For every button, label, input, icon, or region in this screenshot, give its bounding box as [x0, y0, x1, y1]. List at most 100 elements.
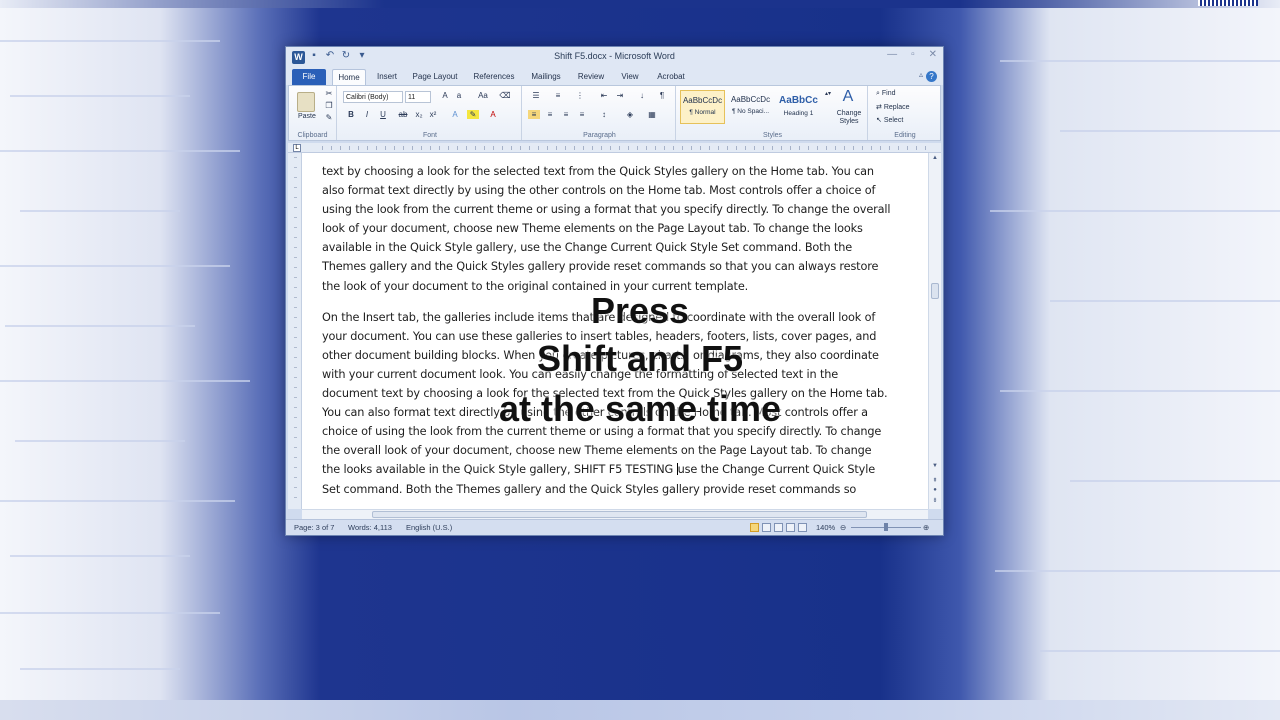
bold-icon[interactable]: B [345, 110, 357, 119]
line-spacing-icon[interactable]: ↕ [598, 110, 610, 119]
tab-references[interactable]: References [470, 69, 518, 85]
paragraph-group: ☰ ≡ ⋮ ⇤ ⇥ ↓ ¶ ≡ ≡ ≡ ≡ ↕ ◈ ▦ Paragraph [524, 86, 676, 140]
vertical-scroll-thumb[interactable] [931, 283, 939, 299]
clear-formatting-icon[interactable]: ⌫ [499, 91, 511, 100]
superscript-icon[interactable]: x² [427, 110, 439, 119]
clipboard-group: Paste ✂ ❐ ✎ Clipboard [289, 86, 337, 140]
borders-icon[interactable]: ▦ [646, 110, 658, 119]
numbering-icon[interactable]: ≡ [552, 91, 564, 100]
language[interactable]: English (U.S.) [406, 523, 452, 532]
tab-review[interactable]: Review [574, 69, 608, 85]
previous-page-icon[interactable]: ⇞ [929, 477, 941, 484]
change-case-icon[interactable]: Aa [477, 91, 489, 100]
desktop-corner-dots [1198, 0, 1258, 6]
style-no-spacing[interactable]: AaBbCcDc ¶ No Spaci... [728, 90, 773, 124]
find-button[interactable]: ⌕ Find [876, 90, 896, 98]
font-size-field[interactable]: 11 [405, 91, 431, 103]
text-effects-icon[interactable]: A [449, 110, 461, 119]
change-styles-icon[interactable]: A [838, 88, 858, 106]
zoom-level[interactable]: 140% [816, 523, 835, 532]
italic-icon[interactable]: I [361, 110, 373, 119]
horizontal-ruler[interactable]: L [288, 143, 941, 153]
status-bar: Page: 3 of 7 Words: 4,113 English (U.S.)… [286, 519, 943, 535]
shrink-font-icon[interactable]: a [453, 91, 465, 100]
ribbon-tabs: File Home Insert Page Layout References … [286, 67, 943, 85]
paragraph-1[interactable]: text by choosing a look for the selected… [322, 162, 892, 296]
clipboard-label: Clipboard [297, 132, 328, 139]
zoom-in-icon[interactable]: ⊕ [923, 523, 929, 532]
word-count[interactable]: Words: 4,113 [348, 523, 392, 532]
page-count[interactable]: Page: 3 of 7 [294, 523, 334, 532]
tab-file[interactable]: File [292, 69, 326, 85]
window-controls: — ▫ ✕ [887, 49, 937, 60]
full-screen-reading-icon[interactable] [762, 523, 771, 532]
horizontal-scrollbar[interactable] [302, 509, 928, 519]
style-normal[interactable]: AaBbCcDc ¶ Normal [680, 90, 725, 124]
scroll-up-icon[interactable]: ▲ [929, 155, 941, 161]
grow-font-icon[interactable]: A [439, 91, 451, 100]
vertical-scrollbar[interactable]: ▲ ▼ ⇞ ● ⇟ [928, 153, 941, 509]
paste-button[interactable]: Paste [298, 113, 316, 120]
multilevel-list-icon[interactable]: ⋮ [574, 91, 586, 100]
highlight-icon[interactable]: ✎ [467, 110, 479, 119]
tab-acrobat[interactable]: Acrobat [652, 69, 690, 85]
taskbar [0, 700, 1280, 720]
scroll-down-icon[interactable]: ▼ [929, 463, 941, 469]
editing-label: Editing [894, 132, 916, 139]
decrease-indent-icon[interactable]: ⇤ [598, 91, 610, 100]
copy-icon[interactable]: ❐ [323, 101, 335, 110]
browse-object-icon[interactable]: ● [929, 487, 941, 493]
help-icon[interactable]: ? [926, 71, 937, 82]
replace-button[interactable]: ⇄ Replace [876, 103, 910, 111]
minimize-icon[interactable]: — [887, 49, 897, 60]
bullets-icon[interactable]: ☰ [530, 91, 542, 100]
font-label: Font [422, 132, 437, 139]
select-button[interactable]: ↖ Select [876, 116, 903, 124]
vertical-ruler[interactable] [288, 153, 302, 509]
align-right-icon[interactable]: ≡ [560, 110, 572, 119]
sort-icon[interactable]: ↓ [636, 91, 648, 100]
increase-indent-icon[interactable]: ⇥ [614, 91, 626, 100]
cut-icon[interactable]: ✂ [323, 89, 335, 98]
zoom-slider-thumb[interactable] [884, 523, 888, 531]
find-label: Find [881, 90, 896, 97]
align-left-icon[interactable]: ≡ [528, 110, 540, 119]
style-heading-1[interactable]: AaBbCc Heading 1 [776, 90, 821, 124]
style-no-spacing-sample: AaBbCcDc [730, 95, 771, 104]
tab-mailings[interactable]: Mailings [526, 69, 566, 85]
styles-scroll-icon[interactable]: ▴▾ [822, 90, 834, 97]
outline-icon[interactable] [786, 523, 795, 532]
title-bar: W ▪ ↶ ↻ ▾ Shift F5.docx - Microsoft Word… [286, 47, 943, 67]
font-color-icon[interactable]: A [487, 110, 499, 119]
tab-selector-icon[interactable]: L [293, 144, 301, 152]
next-page-icon[interactable]: ⇟ [929, 497, 941, 504]
zoom-out-icon[interactable]: ⊖ [840, 523, 846, 532]
paste-icon[interactable] [297, 92, 315, 112]
strikethrough-icon[interactable]: ab [397, 110, 409, 119]
font-name-field[interactable]: Calibri (Body) [343, 91, 403, 103]
change-styles-button[interactable]: Change Styles [832, 110, 866, 126]
editing-group: ⌕ Find ⇄ Replace ↖ Select Editing [870, 86, 940, 140]
tab-insert[interactable]: Insert [372, 69, 402, 85]
maximize-icon[interactable]: ▫ [911, 49, 915, 60]
caption-line-3: at the same time [498, 388, 782, 429]
draft-icon[interactable] [798, 523, 807, 532]
close-icon[interactable]: ✕ [929, 49, 937, 60]
window-title: Shift F5.docx - Microsoft Word [554, 51, 675, 61]
document-body[interactable]: text by choosing a look for the selected… [322, 162, 892, 509]
shading-icon[interactable]: ◈ [624, 110, 636, 119]
web-layout-icon[interactable] [774, 523, 783, 532]
tab-view[interactable]: View [616, 69, 644, 85]
subscript-icon[interactable]: x₂ [413, 110, 425, 119]
tab-home[interactable]: Home [332, 69, 366, 85]
show-formatting-icon[interactable]: ¶ [656, 91, 668, 100]
align-center-icon[interactable]: ≡ [544, 110, 556, 119]
tab-page-layout[interactable]: Page Layout [410, 69, 460, 85]
minimize-ribbon-icon[interactable]: ▵ [919, 70, 923, 79]
horizontal-scroll-thumb[interactable] [372, 511, 867, 518]
justify-icon[interactable]: ≡ [576, 110, 588, 119]
print-layout-icon[interactable] [750, 523, 759, 532]
underline-icon[interactable]: U [377, 110, 389, 119]
format-painter-icon[interactable]: ✎ [323, 113, 335, 122]
caption-line-2: Shift and F5 [537, 338, 743, 379]
